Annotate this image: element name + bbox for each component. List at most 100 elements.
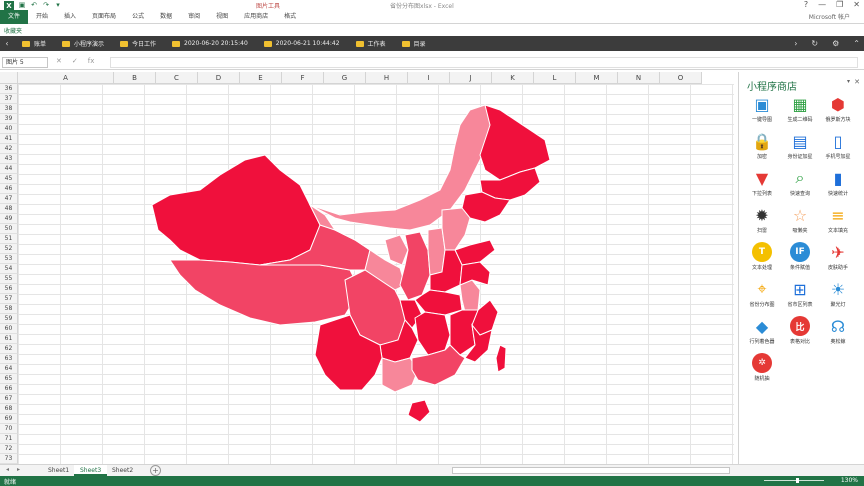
collapse-icon[interactable]: ⌃ bbox=[853, 39, 860, 48]
row-header[interactable]: 44 bbox=[0, 164, 18, 174]
column-header[interactable]: H bbox=[366, 72, 408, 84]
customize-toolbar-icon[interactable]: ▾ bbox=[54, 1, 62, 9]
zoom-slider-thumb[interactable] bbox=[796, 478, 799, 483]
column-header[interactable]: L bbox=[534, 72, 576, 84]
tab-review[interactable]: 审阅 bbox=[180, 10, 208, 24]
row-header[interactable]: 62 bbox=[0, 344, 18, 354]
favorites-next-icon[interactable]: › bbox=[794, 39, 797, 48]
tab-view[interactable]: 视图 bbox=[208, 10, 236, 24]
row-header[interactable]: 46 bbox=[0, 184, 18, 194]
row-header[interactable]: 57 bbox=[0, 294, 18, 304]
row-header[interactable]: 48 bbox=[0, 204, 18, 214]
app-item-bulb[interactable]: ☀ 聚光灯 bbox=[819, 279, 857, 314]
app-item-paint-bucket[interactable]: ◆ 行列着色器 bbox=[743, 316, 781, 351]
app-item-bar-chart[interactable]: ▮ 快速统计 bbox=[819, 168, 857, 203]
column-header[interactable]: F bbox=[282, 72, 324, 84]
row-header[interactable]: 54 bbox=[0, 264, 18, 274]
row-header[interactable]: 43 bbox=[0, 154, 18, 164]
row-header[interactable]: 51 bbox=[0, 234, 18, 244]
row-header[interactable]: 50 bbox=[0, 224, 18, 234]
row-header[interactable]: 38 bbox=[0, 104, 18, 114]
row-header[interactable]: 39 bbox=[0, 114, 18, 124]
app-item-image[interactable]: ▣ 一键导图 bbox=[743, 94, 781, 129]
tab-format[interactable]: 格式 bbox=[276, 10, 304, 24]
sheet-tab-2[interactable]: Sheet2 bbox=[106, 465, 139, 476]
select-all-corner[interactable] bbox=[0, 72, 18, 84]
column-header[interactable]: A bbox=[18, 72, 114, 84]
app-item-qrcode[interactable]: ▦ 生成二维码 bbox=[781, 94, 819, 129]
zoom-level[interactable]: 130% bbox=[841, 477, 858, 484]
favorite-item[interactable]: 今日工作 bbox=[112, 36, 164, 51]
favorite-item[interactable]: 账单 bbox=[14, 36, 54, 51]
account-link[interactable]: Microsoft 帐户 bbox=[809, 12, 850, 21]
app-item-cube[interactable]: ⬢ 俄罗斯方块 bbox=[819, 94, 857, 129]
horizontal-scrollbar[interactable] bbox=[452, 467, 730, 474]
sheet-tab-3[interactable]: Sheet3 bbox=[74, 465, 108, 476]
row-header[interactable]: 56 bbox=[0, 284, 18, 294]
row-header[interactable]: 55 bbox=[0, 274, 18, 284]
redo-icon[interactable]: ↷ bbox=[42, 1, 50, 9]
favorite-item[interactable]: 工作表 bbox=[348, 36, 394, 51]
row-header[interactable]: 69 bbox=[0, 414, 18, 424]
app-item-phone[interactable]: ▯ 手机号加星 bbox=[819, 131, 857, 166]
app-item-shirt[interactable]: ✈ 皮肤助手 bbox=[819, 242, 857, 277]
tab-app-store[interactable]: 应用商店 bbox=[236, 10, 276, 24]
minimize-icon[interactable]: — bbox=[818, 0, 826, 9]
row-header[interactable]: 41 bbox=[0, 134, 18, 144]
sheet-prev-icon[interactable]: ◂ bbox=[6, 466, 9, 473]
row-header[interactable]: 49 bbox=[0, 214, 18, 224]
column-header[interactable]: C bbox=[156, 72, 198, 84]
row-header[interactable]: 59 bbox=[0, 314, 18, 324]
sheet-tab-1[interactable]: Sheet1 bbox=[42, 465, 75, 476]
favorite-item[interactable]: 2020-06-20 20:15:40 bbox=[164, 36, 256, 51]
undo-icon[interactable]: ↶ bbox=[30, 1, 38, 9]
column-header[interactable]: K bbox=[492, 72, 534, 84]
row-header[interactable]: 61 bbox=[0, 334, 18, 344]
column-header[interactable]: J bbox=[450, 72, 492, 84]
app-item-text-t[interactable]: T 文本处理 bbox=[743, 242, 781, 277]
row-header[interactable]: 72 bbox=[0, 444, 18, 454]
row-header[interactable]: 64 bbox=[0, 364, 18, 374]
row-header[interactable]: 45 bbox=[0, 174, 18, 184]
column-header[interactable]: B bbox=[114, 72, 156, 84]
panel-options-icon[interactable]: ▾ bbox=[847, 78, 850, 85]
settings-icon[interactable]: ⚙ bbox=[832, 39, 839, 48]
cancel-icon[interactable]: ✕ bbox=[56, 57, 62, 65]
row-header[interactable]: 73 bbox=[0, 454, 18, 464]
app-item-compare[interactable]: 比表格对比 bbox=[781, 316, 819, 351]
tab-page-layout[interactable]: 页面布局 bbox=[84, 10, 124, 24]
row-header[interactable]: 71 bbox=[0, 434, 18, 444]
panel-close-icon[interactable]: ✕ bbox=[854, 78, 860, 86]
app-item-dropdown[interactable]: ▼ 下拉列表 bbox=[743, 168, 781, 203]
column-header[interactable]: O bbox=[660, 72, 702, 84]
row-header[interactable]: 53 bbox=[0, 254, 18, 264]
row-header[interactable]: 37 bbox=[0, 94, 18, 104]
row-header[interactable]: 68 bbox=[0, 404, 18, 414]
favorite-item[interactable]: 2020-06-21 10:44:42 bbox=[256, 36, 348, 51]
app-item-document[interactable]: ≡ 文本填充 bbox=[819, 205, 857, 240]
help-icon[interactable]: ? bbox=[804, 0, 808, 9]
row-header[interactable]: 70 bbox=[0, 424, 18, 434]
tab-data[interactable]: 数据 bbox=[152, 10, 180, 24]
sheet-next-icon[interactable]: ▸ bbox=[17, 466, 20, 473]
favorites-prev-icon[interactable]: ‹ bbox=[0, 39, 14, 48]
name-box[interactable]: 图片 5 bbox=[2, 57, 48, 68]
row-header[interactable]: 47 bbox=[0, 194, 18, 204]
china-map-picture[interactable] bbox=[150, 100, 555, 430]
row-header[interactable]: 58 bbox=[0, 304, 18, 314]
formula-input[interactable] bbox=[110, 57, 858, 68]
add-sheet-button[interactable]: + bbox=[150, 465, 161, 476]
save-icon[interactable]: ▣ bbox=[18, 1, 26, 9]
function-icon[interactable]: fx bbox=[88, 57, 95, 65]
row-header[interactable]: 52 bbox=[0, 244, 18, 254]
close-icon[interactable]: ✕ bbox=[853, 0, 860, 9]
column-header[interactable]: N bbox=[618, 72, 660, 84]
app-item-if[interactable]: IF 条件赋值 bbox=[781, 242, 819, 277]
column-header[interactable]: M bbox=[576, 72, 618, 84]
row-header[interactable]: 42 bbox=[0, 144, 18, 154]
app-item-map-pin[interactable]: ⌖ 省份分布图 bbox=[743, 279, 781, 314]
tab-file[interactable]: 文件 bbox=[0, 9, 29, 24]
restore-icon[interactable]: ❐ bbox=[836, 0, 843, 9]
row-header[interactable]: 65 bbox=[0, 374, 18, 384]
column-header[interactable]: D bbox=[198, 72, 240, 84]
